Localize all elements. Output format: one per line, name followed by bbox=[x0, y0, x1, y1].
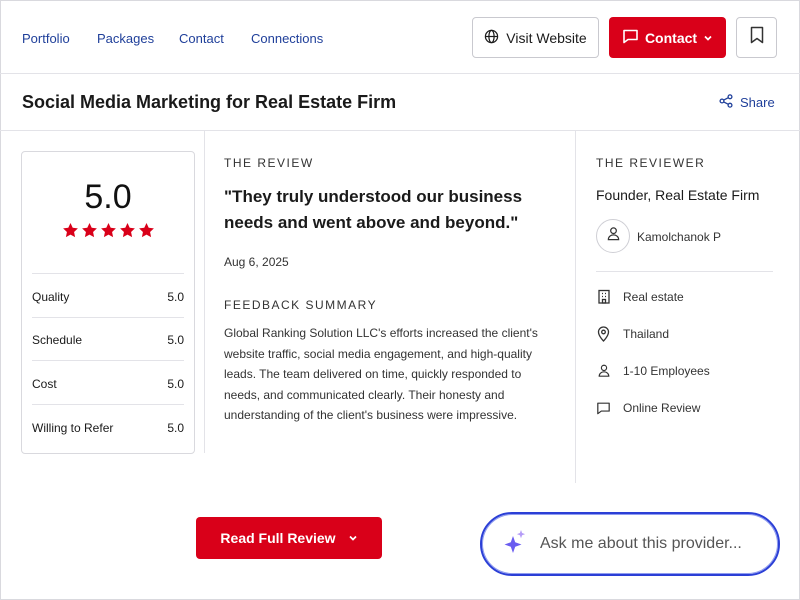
divider bbox=[32, 317, 184, 318]
divider bbox=[596, 271, 773, 272]
star-icon bbox=[119, 223, 135, 238]
review-quote: "They truly understood our business need… bbox=[224, 187, 523, 232]
reviewer-location: Thailand bbox=[596, 325, 670, 342]
read-full-review-button[interactable]: Read Full Review bbox=[196, 517, 382, 559]
overall-rating: 5.0 bbox=[84, 178, 132, 216]
page-title: Social Media Marketing for Real Estate F… bbox=[22, 92, 397, 112]
star-icon bbox=[138, 223, 154, 238]
share-icon bbox=[719, 94, 733, 111]
detail-text: 1-10 Employees bbox=[623, 363, 710, 378]
rating-label: Willing to Refer bbox=[32, 421, 114, 435]
ask-placeholder: Ask me about this provider... bbox=[540, 535, 742, 552]
nav-link-contact[interactable]: Contact bbox=[179, 31, 224, 46]
divider bbox=[32, 404, 184, 405]
rating-value: 5.0 bbox=[167, 290, 184, 304]
reviewer-review-type: Online Review bbox=[596, 400, 700, 415]
chevron-down-icon bbox=[348, 530, 358, 546]
ask-provider-input[interactable]: Ask me about this provider... bbox=[480, 512, 780, 576]
rating-row-cost: Cost 5.0 bbox=[32, 374, 184, 394]
rating-row-schedule: Schedule 5.0 bbox=[32, 330, 184, 350]
detail-text: Thailand bbox=[623, 326, 670, 341]
nav-link-connections[interactable]: Connections bbox=[251, 31, 323, 46]
visit-website-label: Visit Website bbox=[506, 29, 587, 46]
read-full-review-label: Read Full Review bbox=[220, 530, 336, 546]
chevron-down-icon bbox=[703, 30, 713, 46]
avatar bbox=[596, 219, 630, 253]
review-heading: THE REVIEW bbox=[224, 156, 314, 170]
reviewer-company-size: 1-10 Employees bbox=[596, 363, 710, 378]
rating-row-willing-to-refer: Willing to Refer 5.0 bbox=[32, 418, 184, 438]
bookmark-button[interactable] bbox=[736, 17, 777, 58]
rating-label: Cost bbox=[32, 377, 57, 391]
chat-bubble-icon bbox=[622, 28, 639, 47]
rating-card: 5.0 Quality 5.0 Schedule 5.0 Cost 5.0 Wi… bbox=[21, 151, 195, 454]
feedback-summary-text: Global Ranking Solution LLC's efforts in… bbox=[224, 326, 538, 422]
star-rating bbox=[22, 222, 194, 239]
feedback-summary-heading: FEEDBACK SUMMARY bbox=[224, 298, 378, 312]
location-pin-icon bbox=[596, 325, 611, 342]
star-icon bbox=[62, 223, 78, 238]
top-navigation: Portfolio Packages Contact Connections V… bbox=[0, 0, 800, 74]
sparkle-icon bbox=[502, 528, 528, 561]
reviewer-name: Kamolchanok P bbox=[637, 230, 722, 244]
column-divider bbox=[575, 131, 576, 483]
rating-label: Schedule bbox=[32, 333, 83, 347]
contact-button[interactable]: Contact bbox=[609, 17, 726, 58]
divider bbox=[32, 360, 184, 361]
divider bbox=[32, 273, 184, 274]
person-icon bbox=[596, 363, 611, 378]
detail-text: Real estate bbox=[623, 289, 684, 304]
review-date: Aug 6, 2025 bbox=[224, 255, 289, 269]
reviewer-industry: Real estate bbox=[596, 289, 684, 304]
reviewer-heading: THE REVIEWER bbox=[596, 156, 706, 170]
title-bar: Social Media Marketing for Real Estate F… bbox=[0, 74, 800, 131]
rating-label: Quality bbox=[32, 290, 70, 304]
rating-row-quality: Quality 5.0 bbox=[32, 287, 184, 307]
globe-icon bbox=[484, 29, 499, 47]
bookmark-icon bbox=[750, 26, 764, 49]
visit-website-button[interactable]: Visit Website bbox=[472, 17, 599, 58]
building-icon bbox=[596, 289, 611, 304]
chat-bubble-icon bbox=[596, 400, 611, 415]
detail-text: Online Review bbox=[623, 400, 701, 415]
nav-link-packages[interactable]: Packages bbox=[97, 31, 154, 46]
rating-value: 5.0 bbox=[167, 333, 184, 347]
person-icon bbox=[606, 226, 621, 246]
column-divider bbox=[204, 131, 205, 453]
share-label: Share bbox=[740, 95, 775, 110]
share-button[interactable]: Share bbox=[719, 94, 775, 111]
contact-label: Contact bbox=[644, 29, 698, 46]
reviewer-role: Founder, Real Estate Firm bbox=[596, 187, 760, 203]
nav-link-portfolio[interactable]: Portfolio bbox=[22, 31, 70, 46]
star-icon bbox=[100, 223, 116, 238]
rating-value: 5.0 bbox=[167, 421, 184, 435]
star-icon bbox=[81, 223, 97, 238]
rating-value: 5.0 bbox=[167, 377, 184, 391]
